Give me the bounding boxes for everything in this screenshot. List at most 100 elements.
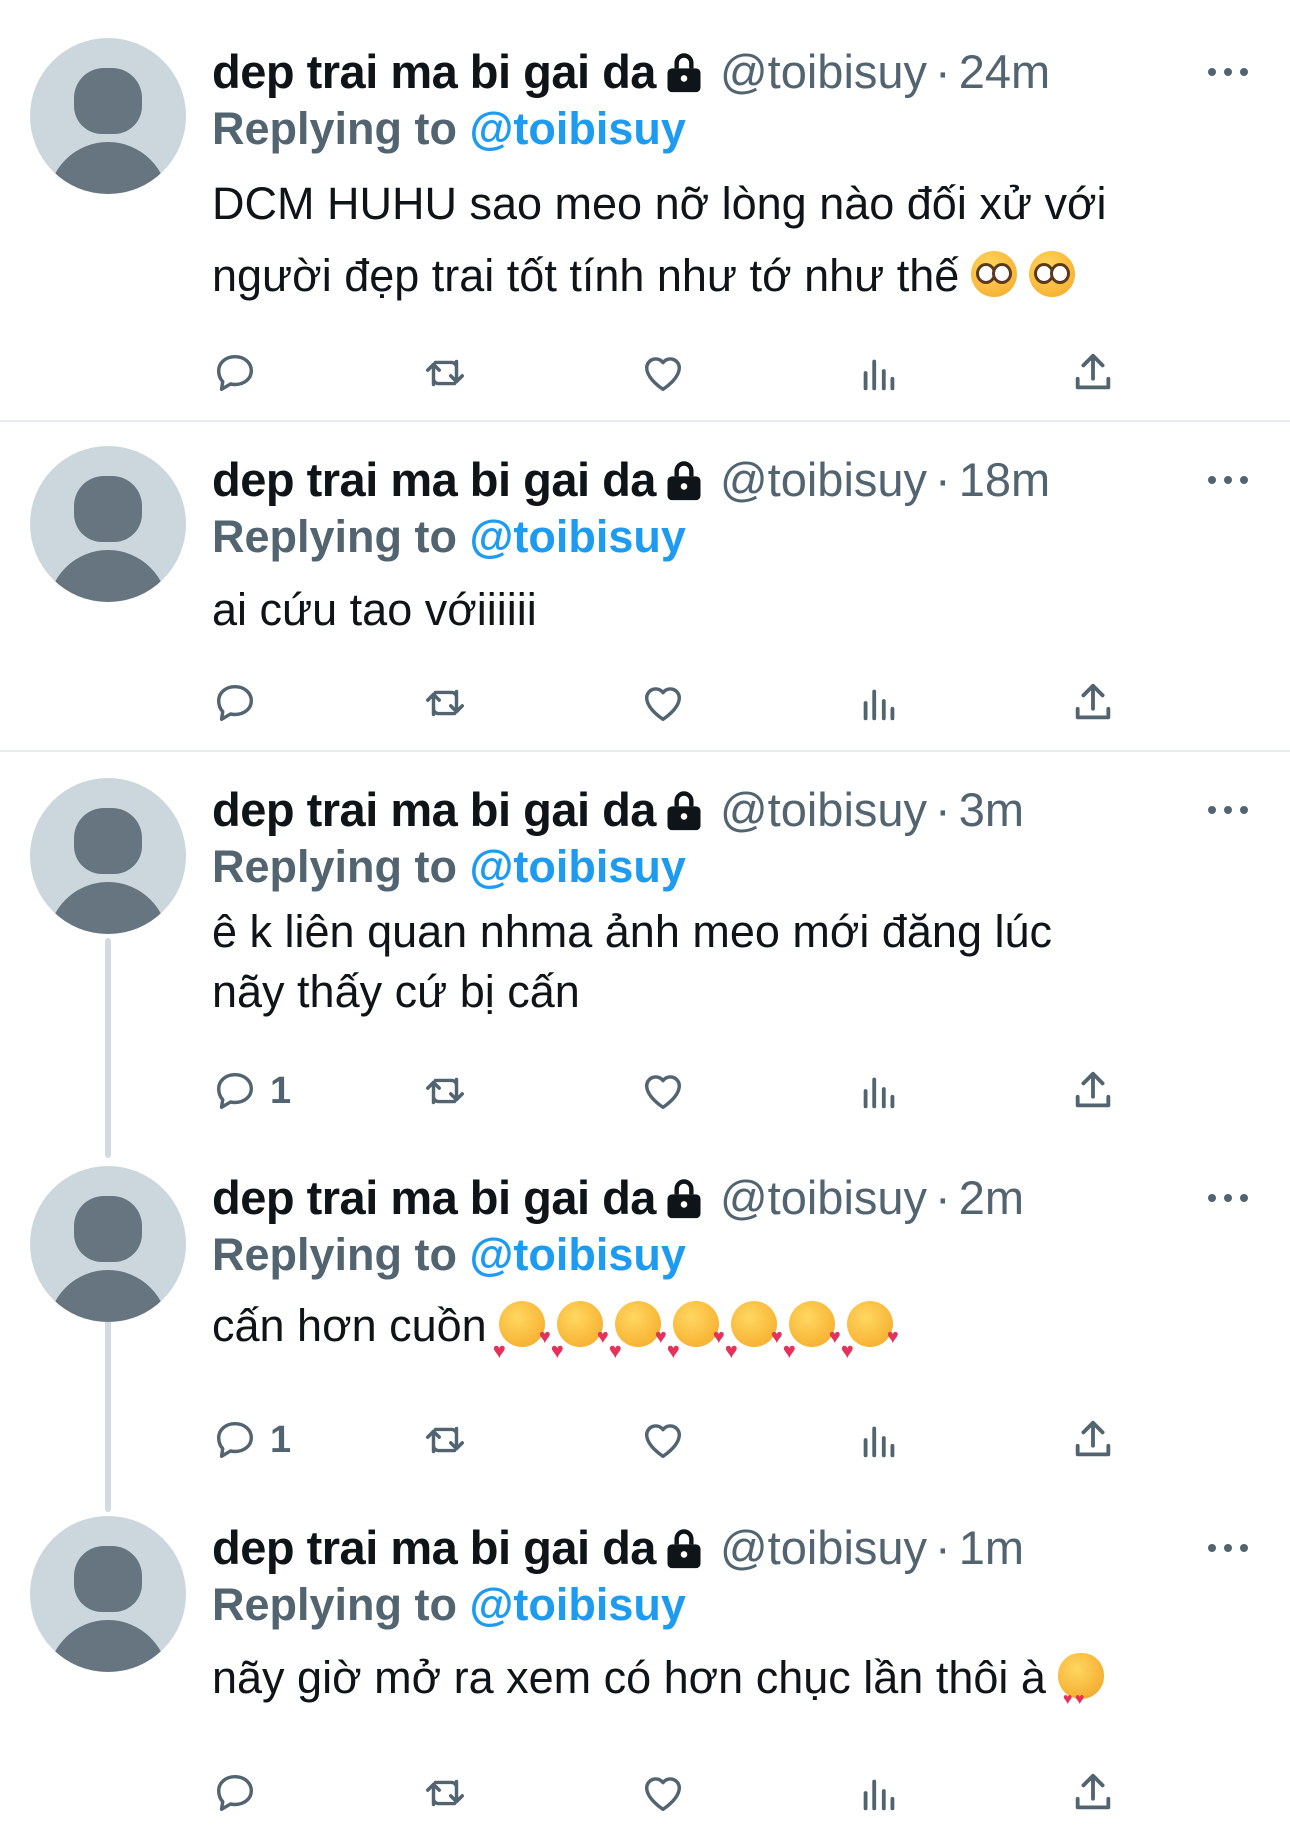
like-icon bbox=[644, 687, 682, 722]
reply-mention-link[interactable]: @toibisuy bbox=[470, 1579, 686, 1630]
share-icon bbox=[1075, 1420, 1111, 1457]
tweet[interactable]: dep trai ma bi gai da @toibisuy · 2m Replyi… bbox=[0, 1140, 1290, 1510]
reply-icon bbox=[216, 1421, 254, 1459]
display-name[interactable]: dep trai ma bi gai da bbox=[212, 1521, 656, 1574]
tweet[interactable]: dep trai ma bi gai da @toibisuy · 18m Reply… bbox=[0, 422, 1290, 750]
more-icon[interactable] bbox=[1208, 1538, 1248, 1558]
avatar[interactable] bbox=[30, 446, 186, 602]
reply-mention-link[interactable]: @toibisuy bbox=[470, 103, 686, 154]
action-bar bbox=[212, 678, 1152, 728]
share-button[interactable] bbox=[1070, 678, 1116, 728]
tweet-text: ê k liên quan nhma ảnh meo mới đăng lúc … bbox=[212, 906, 1053, 1017]
smiling-face-with-hearts-emoji bbox=[841, 1301, 899, 1387]
tweet-text: DCM HUHU sao meo nỡ lòng nào đối xử với … bbox=[212, 178, 1107, 301]
lock-icon bbox=[667, 461, 701, 501]
handle[interactable]: @toibisuy bbox=[720, 453, 927, 506]
display-name[interactable]: dep trai ma bi gai da bbox=[212, 45, 656, 98]
timestamp[interactable]: 18m bbox=[959, 453, 1050, 506]
lock-icon bbox=[667, 791, 701, 831]
reply-mention-link[interactable]: @toibisuy bbox=[470, 511, 686, 562]
retweet-button[interactable] bbox=[422, 1066, 468, 1116]
like-button[interactable] bbox=[640, 348, 686, 398]
like-icon bbox=[644, 1075, 682, 1110]
retweet-icon bbox=[426, 1077, 464, 1105]
tweet[interactable]: dep trai ma bi gai da @toibisuy · 1m Replyi… bbox=[0, 1492, 1290, 1839]
views-button[interactable] bbox=[856, 1415, 902, 1465]
retweet-button[interactable] bbox=[422, 678, 468, 728]
action-bar: 1 bbox=[212, 1415, 1152, 1465]
share-button[interactable] bbox=[1070, 1066, 1116, 1116]
reply-count: 1 bbox=[270, 1069, 292, 1112]
reply-button[interactable] bbox=[212, 678, 270, 728]
smiling-face-with-hearts-emoji bbox=[609, 1301, 667, 1387]
retweet-icon bbox=[426, 1779, 464, 1807]
handle[interactable]: @toibisuy bbox=[720, 1171, 927, 1224]
separator: · bbox=[935, 783, 951, 836]
reply-icon bbox=[216, 1774, 254, 1812]
share-icon bbox=[1075, 1773, 1111, 1810]
avatar[interactable] bbox=[30, 1166, 186, 1322]
reply-icon bbox=[216, 1072, 254, 1110]
like-button[interactable] bbox=[640, 1066, 686, 1116]
lock-icon bbox=[667, 1529, 701, 1569]
smiling-cat-heart-eyes-emoji bbox=[1057, 1653, 1104, 1736]
more-icon[interactable] bbox=[1208, 470, 1248, 490]
lock-icon bbox=[667, 53, 701, 93]
reply-button[interactable] bbox=[212, 1768, 270, 1818]
retweet-button[interactable] bbox=[422, 1768, 468, 1818]
tweet[interactable]: dep trai ma bi gai da @toibisuy · 24m Reply… bbox=[0, 0, 1290, 420]
replying-to: Replying to @toibisuy bbox=[212, 1579, 686, 1630]
replying-to: Replying to @toibisuy bbox=[212, 1229, 686, 1280]
reply-count: 1 bbox=[270, 1418, 292, 1461]
separator: · bbox=[935, 453, 951, 506]
more-icon[interactable] bbox=[1208, 1188, 1248, 1208]
views-icon bbox=[863, 1426, 895, 1458]
views-icon bbox=[863, 689, 895, 721]
views-button[interactable] bbox=[856, 1768, 902, 1818]
replying-to: Replying to @toibisuy bbox=[212, 841, 686, 892]
more-icon[interactable] bbox=[1208, 800, 1248, 820]
views-icon bbox=[863, 359, 895, 391]
more-icon[interactable] bbox=[1208, 62, 1248, 82]
tweet-text: nãy giờ mở ra xem có hơn chục lần thôi à bbox=[212, 1642, 1222, 1736]
handle[interactable]: @toibisuy bbox=[720, 45, 927, 98]
tweet-text: ai cứu tao vớiiiiii bbox=[212, 584, 537, 635]
avatar[interactable] bbox=[30, 1516, 186, 1672]
views-button[interactable] bbox=[856, 348, 902, 398]
share-button[interactable] bbox=[1070, 1415, 1116, 1465]
handle[interactable]: @toibisuy bbox=[720, 1521, 927, 1574]
reply-button[interactable] bbox=[212, 348, 270, 398]
tweet[interactable]: dep trai ma bi gai da @toibisuy · 3m Replyi… bbox=[0, 752, 1290, 1156]
retweet-button[interactable] bbox=[422, 1415, 468, 1465]
like-button[interactable] bbox=[640, 678, 686, 728]
separator: · bbox=[935, 1171, 951, 1224]
timestamp[interactable]: 2m bbox=[959, 1171, 1024, 1224]
display-name[interactable]: dep trai ma bi gai da bbox=[212, 1171, 656, 1224]
smiling-face-with-hearts-emoji bbox=[551, 1301, 609, 1387]
views-button[interactable] bbox=[856, 678, 902, 728]
timestamp[interactable]: 24m bbox=[959, 45, 1050, 98]
like-button[interactable] bbox=[640, 1768, 686, 1818]
display-name[interactable]: dep trai ma bi gai da bbox=[212, 783, 656, 836]
lock-icon bbox=[667, 1179, 701, 1219]
share-button[interactable] bbox=[1070, 348, 1116, 398]
timestamp[interactable]: 3m bbox=[959, 783, 1024, 836]
separator: · bbox=[935, 1521, 951, 1574]
share-button[interactable] bbox=[1070, 1768, 1116, 1818]
display-name[interactable]: dep trai ma bi gai da bbox=[212, 453, 656, 506]
pleading-face-emoji bbox=[971, 251, 1018, 297]
views-icon bbox=[863, 1077, 895, 1109]
timestamp[interactable]: 1m bbox=[959, 1521, 1024, 1574]
reply-mention-link[interactable]: @toibisuy bbox=[470, 1229, 686, 1280]
reply-button[interactable]: 1 bbox=[212, 1066, 291, 1116]
avatar[interactable] bbox=[30, 38, 186, 194]
reply-mention-link[interactable]: @toibisuy bbox=[470, 841, 686, 892]
handle[interactable]: @toibisuy bbox=[720, 783, 927, 836]
like-button[interactable] bbox=[640, 1415, 686, 1465]
views-button[interactable] bbox=[856, 1066, 902, 1116]
reply-button[interactable]: 1 bbox=[212, 1415, 291, 1465]
avatar[interactable] bbox=[30, 778, 186, 934]
replying-to: Replying to @toibisuy bbox=[212, 511, 686, 562]
action-bar bbox=[212, 348, 1152, 398]
retweet-button[interactable] bbox=[422, 348, 468, 398]
